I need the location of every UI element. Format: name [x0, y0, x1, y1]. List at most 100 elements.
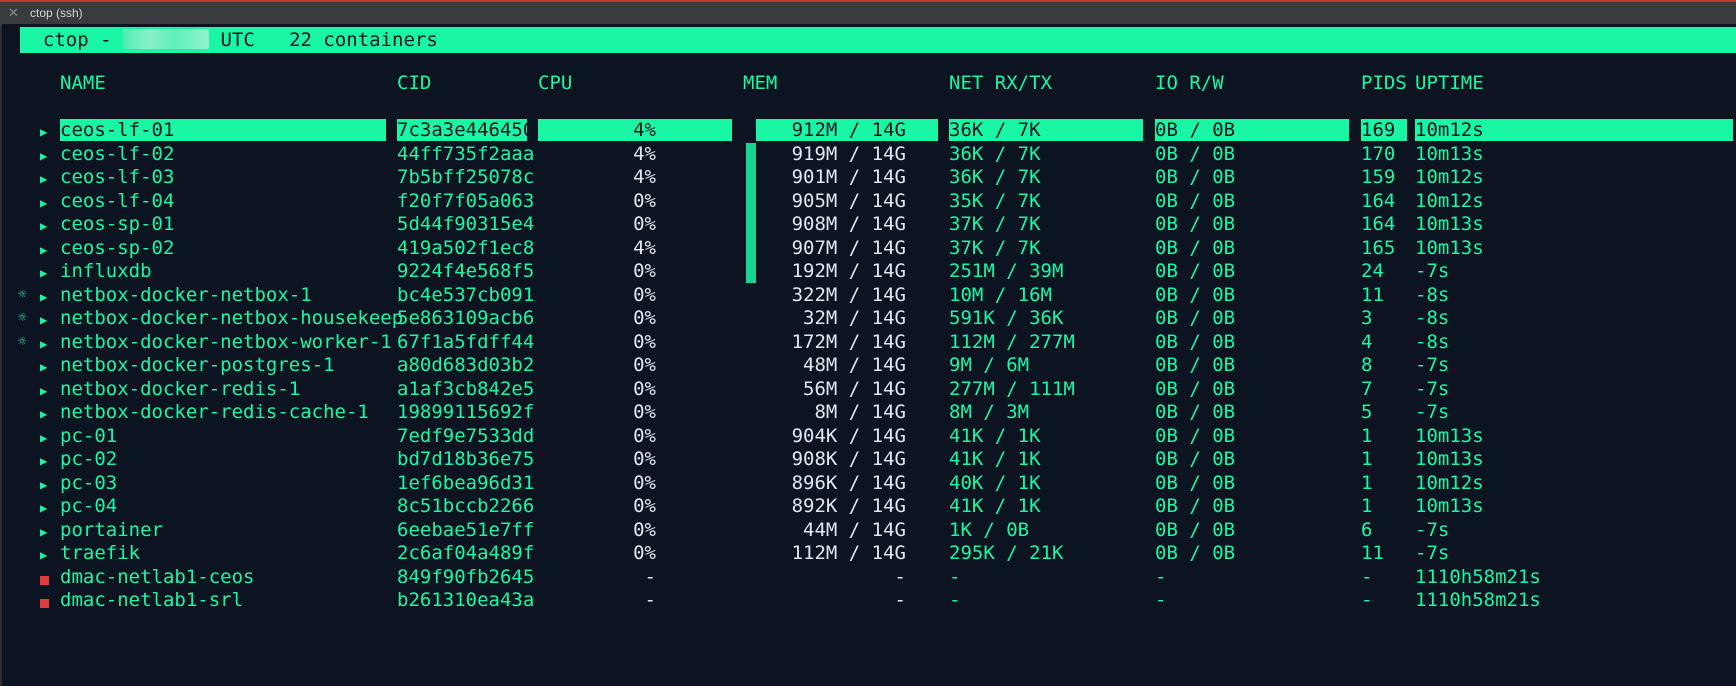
col-net[interactable]: NET RX/TX: [949, 72, 1052, 94]
terminal[interactable]: ctop - UTC 22 containers NAME CID CPU ME…: [2, 24, 1736, 686]
container-name: portainer: [60, 518, 163, 541]
container-name: ceos-sp-02: [60, 236, 175, 259]
close-icon[interactable]: ✕: [8, 5, 19, 21]
pids-value: 1: [1361, 424, 1373, 447]
col-cid[interactable]: CID: [397, 72, 431, 94]
uptime-value: 10m12s: [1415, 166, 1484, 188]
io-value: 0B / 0B: [1155, 213, 1236, 235]
cpu-value: 4%: [633, 236, 656, 259]
cpu-value: 0%: [633, 448, 656, 470]
pids-value: 169: [1361, 119, 1407, 141]
uptime-value: 10m13s: [1415, 236, 1484, 259]
col-cpu[interactable]: CPU: [538, 72, 572, 94]
pids-value: 4: [1361, 330, 1373, 353]
container-name: ceos-lf-03: [60, 166, 175, 188]
container-name: pc-02: [60, 448, 118, 470]
uptime-value: 10m13s: [1415, 424, 1484, 447]
mem-value: -: [894, 565, 906, 588]
net-value: 591K / 36K: [949, 307, 1064, 329]
net-value: 37K / 7K: [949, 213, 1041, 235]
container-id: b261310ea43a: [397, 589, 535, 611]
col-io[interactable]: IO R/W: [1155, 72, 1224, 94]
redacted-time: [122, 29, 209, 49]
container-name: ceos-sp-01: [60, 213, 175, 235]
cpu-value: 4%: [633, 166, 656, 188]
pids-value: 159: [1361, 166, 1396, 188]
pids-value: 11: [1361, 283, 1384, 306]
running-status-icon: ▶: [40, 430, 48, 445]
cpu-value: 0%: [633, 213, 656, 235]
net-value: 41K / 1K: [949, 424, 1041, 447]
mem-value: 896K / 14G: [791, 471, 906, 494]
cpu-value: 0%: [633, 260, 656, 282]
io-value: 0B / 0B: [1155, 307, 1236, 329]
running-status-icon: ▶: [40, 313, 48, 327]
header-app: ctop -: [42, 29, 112, 51]
io-value: 0B / 0B: [1155, 495, 1236, 517]
mem-value: 919M / 14G: [791, 142, 906, 165]
uptime-value: -8s: [1415, 330, 1450, 353]
net-value: 9M / 6M: [949, 354, 1030, 376]
col-pids[interactable]: PIDS: [1361, 72, 1407, 94]
pids-value: 1: [1361, 448, 1373, 470]
mem-value: 905M / 14G: [791, 189, 906, 212]
pids-value: 5: [1361, 401, 1373, 423]
cpu-value: 0%: [633, 471, 656, 494]
running-status-icon: ▶: [40, 524, 48, 539]
cpu-value: 0%: [633, 307, 656, 329]
mem-value: 904K / 14G: [791, 424, 906, 447]
io-value: 0B / 0B: [1155, 119, 1349, 141]
cpu-value: 4%: [633, 142, 656, 165]
running-status-icon: ▶: [40, 172, 48, 186]
io-value: 0B / 0B: [1155, 518, 1236, 541]
uptime-value: 10m13s: [1415, 213, 1484, 235]
stopped-status-icon: [40, 599, 49, 608]
mem-value: 112M / 14G: [791, 542, 906, 564]
cpu-value: -: [644, 589, 656, 611]
container-id: 7b5bff25078c: [397, 166, 535, 188]
cpu-value: 4%: [538, 119, 656, 141]
cpu-value: 0%: [633, 401, 656, 423]
mem-value: 192M / 14G: [791, 260, 906, 282]
mem-value: 912M / 14G: [791, 119, 906, 141]
container-name: ceos-lf-04: [60, 189, 175, 212]
cpu-value: 0%: [633, 354, 656, 376]
mem-value: 44M / 14G: [803, 518, 906, 541]
cpu-value: 0%: [633, 518, 656, 541]
io-value: 0B / 0B: [1155, 542, 1236, 564]
col-mem[interactable]: MEM: [743, 72, 777, 94]
stopped-status-icon: [40, 575, 49, 585]
uptime-value: 1110h58m21s: [1415, 565, 1541, 588]
net-value: 41K / 1K: [949, 448, 1041, 470]
running-status-icon: ▶: [40, 407, 48, 421]
io-value: 0B / 0B: [1155, 260, 1236, 282]
uptime-value: -7s: [1415, 354, 1450, 376]
net-value: 10M / 16M: [949, 283, 1052, 306]
running-status-icon: ▶: [40, 548, 48, 562]
health-check-icon: ☼: [18, 286, 27, 303]
pids-value: 11: [1361, 542, 1384, 564]
io-value: 0B / 0B: [1155, 142, 1236, 165]
uptime-value: 10m13s: [1415, 495, 1484, 517]
running-status-icon: ▶: [40, 242, 48, 257]
running-status-icon: ▶: [40, 148, 48, 163]
col-uptime[interactable]: UPTIME: [1415, 72, 1484, 94]
mem-value: 8M / 14G: [814, 401, 906, 423]
uptime-value: -8s: [1415, 283, 1450, 306]
container-id: 5e863109acb6: [397, 307, 535, 329]
net-value: 36K / 7K: [949, 166, 1041, 188]
running-status-icon: ▶: [40, 266, 48, 280]
cpu-value: 0%: [633, 377, 656, 400]
container-id: 7edf9e7533dd: [397, 424, 535, 447]
net-value: 251M / 39M: [949, 260, 1064, 282]
io-value: 0B / 0B: [1155, 166, 1236, 188]
container-name: pc-04: [60, 495, 118, 517]
cpu-value: 0%: [633, 330, 656, 353]
io-value: 0B / 0B: [1155, 424, 1236, 447]
header-count: 22 containers: [289, 29, 438, 51]
container-name: netbox-docker-postgres-1: [60, 354, 335, 376]
col-name[interactable]: NAME: [60, 72, 106, 94]
pids-value: 6: [1361, 518, 1373, 541]
uptime-value: -7s: [1415, 518, 1450, 541]
container-id: 419a502f1ec8: [397, 236, 535, 259]
